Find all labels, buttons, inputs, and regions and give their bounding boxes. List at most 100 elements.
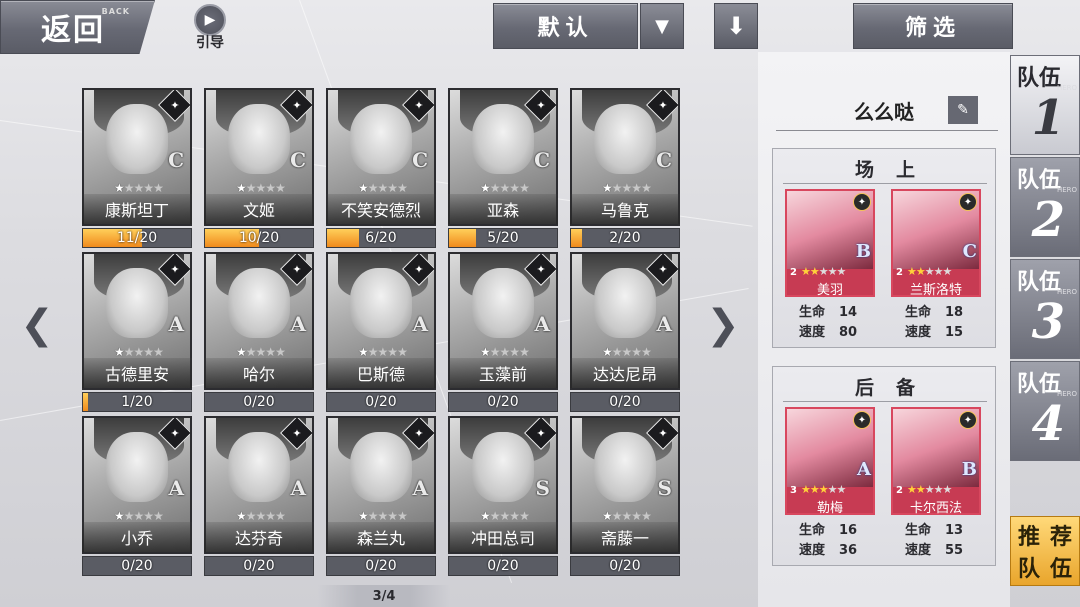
character-card[interactable]: ✦ A ★★★★★ 森兰丸 0/20 xyxy=(326,416,436,576)
star-icon: ★ xyxy=(397,345,408,359)
star-icon: ★ xyxy=(801,265,811,278)
character-card[interactable]: ✦ S ★★★★★ 斋藤一 0/20 xyxy=(570,416,680,576)
tab-number: 4 xyxy=(1031,396,1065,452)
star-icon: ★ xyxy=(255,509,267,523)
star-rating: ★★★★★ xyxy=(801,483,846,496)
star-icon: ★ xyxy=(358,509,369,523)
portrait-face xyxy=(594,104,656,174)
star-icon: ★ xyxy=(397,509,408,523)
tab-team-1[interactable]: 队伍 HERO 1 xyxy=(1010,55,1080,155)
star-icon: ★ xyxy=(933,265,944,278)
star-rating: ★★★★★ xyxy=(602,509,652,523)
character-card[interactable]: ✦ A ★★★★★ 达芬奇 0/20 xyxy=(204,416,314,576)
recommend-team-button[interactable]: 推荐队伍 xyxy=(1010,516,1080,586)
tab-team-4[interactable]: 队伍 HERO 4 xyxy=(1010,361,1080,461)
star-rating: ★★★★★ xyxy=(480,181,530,195)
rank-badge: A xyxy=(656,312,672,336)
progress-text: 0/20 xyxy=(365,558,397,574)
rank-badge: A xyxy=(412,312,428,336)
hero-hp-stat: 生命 13 xyxy=(905,519,963,538)
character-card[interactable]: ✦ C ★★★★★ 不笑安德烈 6/20 xyxy=(326,88,436,248)
rank-badge: A xyxy=(168,476,184,500)
star-icon: ★ xyxy=(611,345,623,359)
hero-level: 3 xyxy=(790,485,797,496)
hero-name: 勒梅 xyxy=(816,501,843,516)
star-rating: ★★★★★ xyxy=(907,483,952,496)
back-button[interactable]: 返回 BACK xyxy=(0,0,155,54)
edit-team-name-button[interactable]: ✎ xyxy=(948,96,978,124)
hero-speed-stat: 速度 55 xyxy=(905,539,963,558)
star-icon: ★ xyxy=(153,345,164,359)
guide-label: 引导 xyxy=(196,35,224,51)
star-rating: ★★★★★ xyxy=(358,345,408,359)
character-name: 巴斯德 xyxy=(326,358,436,388)
character-name: 森兰丸 xyxy=(326,522,436,552)
star-icon: ★ xyxy=(114,509,125,523)
character-card[interactable]: ✦ A ★★★★★ 玉藻前 0/20 xyxy=(448,252,558,412)
hero-level: 2 xyxy=(790,267,797,278)
star-icon: ★ xyxy=(358,181,369,195)
rank-badge: B xyxy=(961,459,977,480)
hp-value: 18 xyxy=(945,305,964,320)
character-card[interactable]: ✦ A ★★★★★ 小乔 0/20 xyxy=(82,416,192,576)
character-card[interactable]: ✦ C ★★★★★ 康斯坦丁 11/20 xyxy=(82,88,192,248)
star-icon: ★ xyxy=(114,345,125,359)
shard-progress-bar: 0/20 xyxy=(570,556,680,576)
filter-button[interactable]: 筛选 xyxy=(853,3,1013,49)
star-icon: ★ xyxy=(509,181,520,195)
progress-text: 0/20 xyxy=(487,394,519,410)
tab-team-3[interactable]: 队伍 HERO 3 xyxy=(1010,259,1080,359)
star-icon: ★ xyxy=(245,509,257,523)
star-icon: ★ xyxy=(621,345,633,359)
progress-text: 0/20 xyxy=(243,394,275,410)
star-icon: ★ xyxy=(915,265,926,278)
character-card[interactable]: ✦ C ★★★★★ 文姬 10/20 xyxy=(204,88,314,248)
shard-progress-bar: 1/20 xyxy=(82,392,192,412)
character-card[interactable]: ✦ A ★★★★★ 巴斯德 0/20 xyxy=(326,252,436,412)
character-card[interactable]: ✦ C ★★★★★ 亚森 5/20 xyxy=(448,88,558,248)
progress-text: 10/20 xyxy=(238,230,280,246)
star-icon: ★ xyxy=(611,509,623,523)
star-rating: ★★★★★ xyxy=(480,510,530,522)
character-card[interactable]: ✦ C ★★★★★ 马鲁克 2/20 xyxy=(570,88,680,248)
sort-dropdown-toggle[interactable]: ▼ xyxy=(640,3,684,49)
star-icon: ★ xyxy=(836,265,847,278)
character-card[interactable]: ✦ S ★★★★★ 冲田总司 0/20 xyxy=(448,416,558,576)
class-icon: ✦ xyxy=(959,193,977,211)
tab-number: 1 xyxy=(1031,90,1065,146)
star-icon: ★ xyxy=(236,509,247,523)
character-card[interactable]: ✦ A ★★★★★ 哈尔 0/20 xyxy=(204,252,314,412)
shard-progress-bar: 0/20 xyxy=(448,392,558,412)
team-hero-card[interactable]: ✦ C 2 ★★★★★ 兰斯洛特 xyxy=(891,189,981,298)
team-hero-card[interactable]: ✦ B 2 ★★★★★ 卡尔西法 xyxy=(891,407,981,516)
hp-label: 生命 xyxy=(799,305,826,320)
rank-badge: C xyxy=(656,148,672,172)
tab-label: 队伍 xyxy=(1017,168,1062,193)
team-hero-card[interactable]: ✦ A 3 ★★★★★ 勒梅 xyxy=(785,407,875,516)
star-rating: ★★★★★ xyxy=(114,509,164,523)
team-hero-card[interactable]: ✦ B 2 ★★★★★ 美羽 xyxy=(785,189,875,298)
speed-label: 速度 xyxy=(905,325,932,340)
portrait-face xyxy=(472,104,534,174)
star-icon: ★ xyxy=(621,181,633,195)
character-card[interactable]: ✦ A ★★★★★ 达达尼昂 0/20 xyxy=(570,252,680,412)
tab-team-2[interactable]: 队伍 HERO 2 xyxy=(1010,157,1080,257)
character-card[interactable]: ✦ A ★★★★★ 古德里安 1/20 xyxy=(82,252,192,412)
guide-button[interactable]: ▶ 引导 xyxy=(188,4,232,52)
sort-button[interactable]: 默认 xyxy=(493,3,638,49)
shard-progress-bar: 6/20 xyxy=(326,228,436,248)
prev-page-arrow[interactable]: ❮ xyxy=(12,300,62,350)
progress-text: 11/20 xyxy=(116,230,158,246)
character-name: 马鲁克 xyxy=(570,194,680,224)
star-icon: ★ xyxy=(942,265,953,278)
star-icon: ★ xyxy=(397,181,408,195)
rank-badge: A xyxy=(168,312,184,336)
recommend-char: 队 xyxy=(1017,557,1040,582)
star-icon: ★ xyxy=(827,265,838,278)
star-icon: ★ xyxy=(915,483,926,496)
shard-progress-bar: 2/20 xyxy=(570,228,680,248)
hp-value: 13 xyxy=(945,523,964,538)
next-page-arrow[interactable]: ❯ xyxy=(698,300,748,350)
character-name: 亚森 xyxy=(448,194,558,224)
sort-order-button[interactable]: ⬇ xyxy=(714,3,758,49)
